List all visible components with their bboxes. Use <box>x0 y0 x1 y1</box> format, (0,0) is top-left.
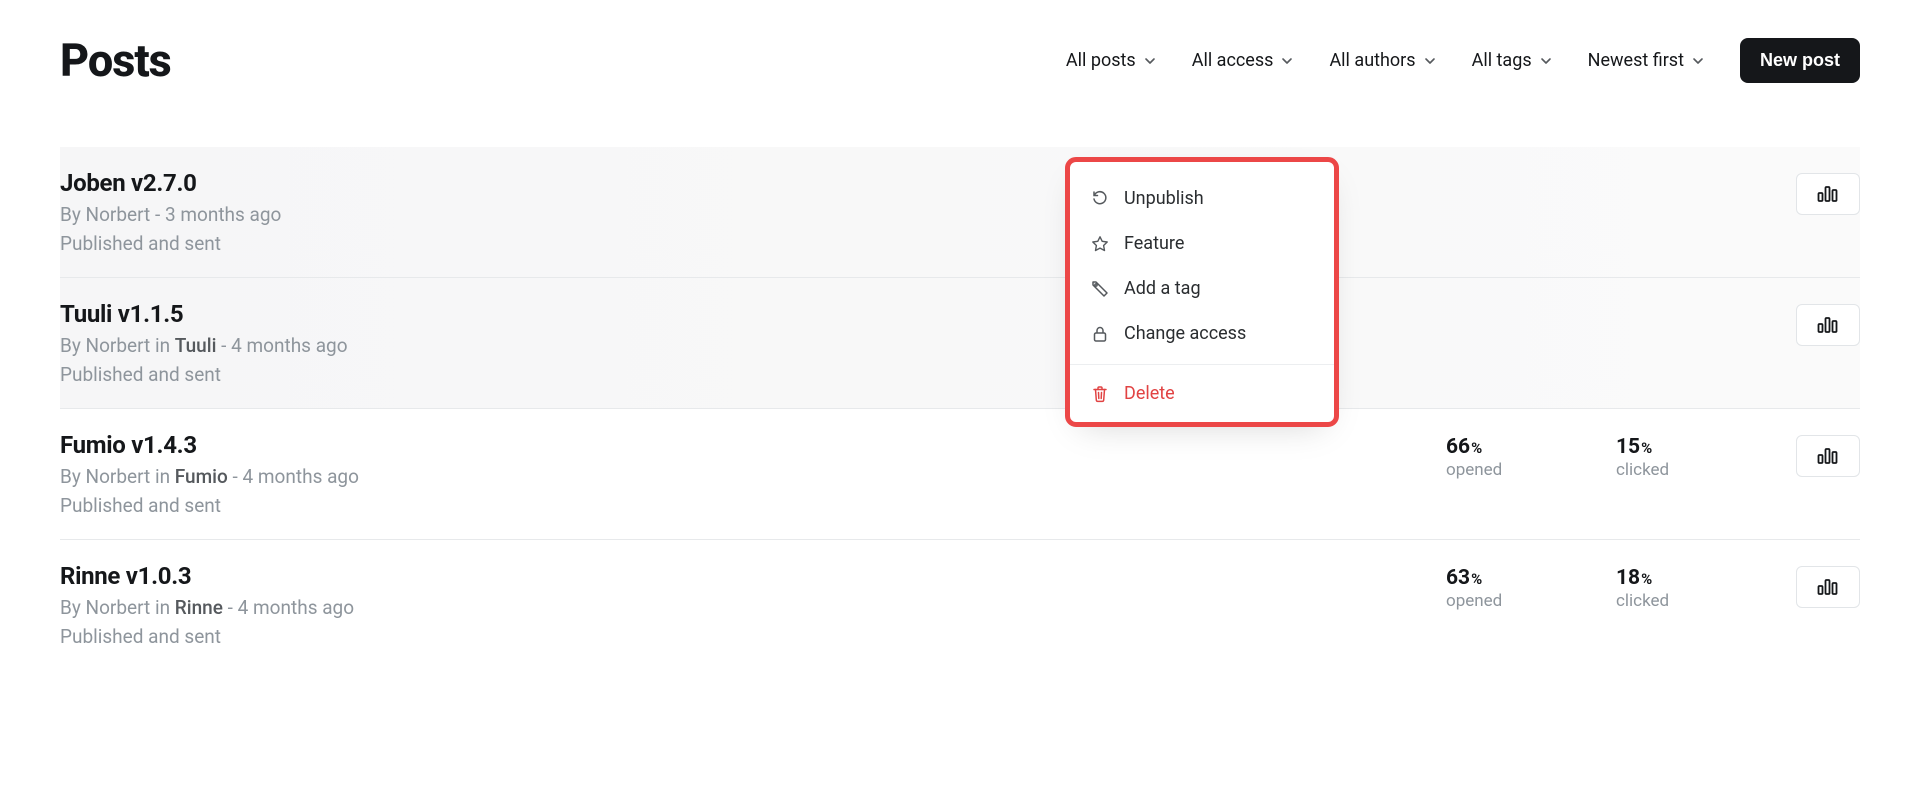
post-main: Joben v2.7.0 By Norbert - 3 months ago P… <box>60 169 1696 255</box>
post-row[interactable]: Joben v2.7.0 By Norbert - 3 months ago P… <box>60 147 1860 278</box>
stats-button[interactable] <box>1796 173 1860 215</box>
filter-access[interactable]: All access <box>1192 50 1294 71</box>
chevron-down-icon <box>1144 55 1156 67</box>
menu-add-tag[interactable]: Add a tag <box>1070 266 1334 311</box>
post-byline: By Norbert - 3 months ago <box>60 203 1696 226</box>
clicked-metric: 18% clicked <box>1616 566 1696 611</box>
chevron-down-icon <box>1540 55 1552 67</box>
metric-label: opened <box>1446 460 1502 480</box>
post-main: Tuuli v1.1.5 By Norbert in Tuuli - 4 mon… <box>60 300 1696 386</box>
chevron-down-icon <box>1281 55 1293 67</box>
stats-button[interactable] <box>1796 566 1860 608</box>
metric-value: 18 <box>1616 566 1640 590</box>
chevron-down-icon <box>1424 55 1436 67</box>
bar-chart-icon <box>1817 447 1839 465</box>
chevron-down-icon <box>1692 55 1704 67</box>
post-status: Published and sent <box>60 494 1446 517</box>
filter-posts[interactable]: All posts <box>1066 50 1156 71</box>
stats-button[interactable] <box>1796 435 1860 477</box>
bar-chart-icon <box>1817 316 1839 334</box>
metric-label: clicked <box>1616 460 1669 480</box>
post-main: Fumio v1.4.3 By Norbert in Fumio - 4 mon… <box>60 431 1446 517</box>
post-row[interactable]: Tuuli v1.1.5 By Norbert in Tuuli - 4 mon… <box>60 278 1860 409</box>
menu-label: Feature <box>1124 233 1184 254</box>
metric-label: clicked <box>1616 591 1669 611</box>
filter-label: All access <box>1192 50 1274 71</box>
menu-label: Delete <box>1124 383 1175 404</box>
clicked-metric: 15% clicked <box>1616 435 1696 480</box>
bar-chart-icon <box>1817 185 1839 203</box>
post-category: Rinne <box>175 596 223 619</box>
menu-unpublish[interactable]: Unpublish <box>1070 176 1334 221</box>
post-main: Rinne v1.0.3 By Norbert in Rinne - 4 mon… <box>60 562 1446 648</box>
undo-icon <box>1090 189 1110 209</box>
menu-label: Change access <box>1124 323 1246 344</box>
filter-label: Newest first <box>1588 50 1684 71</box>
menu-label: Unpublish <box>1124 188 1204 209</box>
menu-change-access[interactable]: Change access <box>1070 311 1334 356</box>
post-row[interactable]: Fumio v1.4.3 By Norbert in Fumio - 4 mon… <box>60 409 1860 540</box>
post-metrics: 63% opened 18% clicked <box>1446 566 1696 611</box>
post-title: Joben v2.7.0 <box>60 169 1696 197</box>
filter-label: All authors <box>1329 50 1415 71</box>
bar-chart-icon <box>1817 578 1839 596</box>
menu-delete[interactable]: Delete <box>1070 364 1334 422</box>
post-byline: By Norbert in Fumio - 4 months ago <box>60 465 1446 488</box>
context-menu: Unpublish Feature Add a tag Change acces… <box>1070 162 1334 422</box>
menu-feature[interactable]: Feature <box>1070 221 1334 266</box>
post-status: Published and sent <box>60 232 1696 255</box>
post-category: Fumio <box>175 465 228 488</box>
new-post-button[interactable]: New post <box>1740 38 1860 83</box>
filter-tags[interactable]: All tags <box>1472 50 1552 71</box>
post-status: Published and sent <box>60 625 1446 648</box>
stats-button[interactable] <box>1796 304 1860 346</box>
metric-value: 63 <box>1446 566 1470 590</box>
filter-authors[interactable]: All authors <box>1329 50 1435 71</box>
metric-label: opened <box>1446 591 1502 611</box>
post-byline: By Norbert in Tuuli - 4 months ago <box>60 334 1696 357</box>
post-category: Tuuli <box>175 334 217 357</box>
header: Posts All posts All access All authors <box>60 34 1860 87</box>
menu-label: Add a tag <box>1124 278 1201 299</box>
toolbar: All posts All access All authors All tag… <box>1066 38 1860 83</box>
opened-metric: 66% opened <box>1446 435 1526 480</box>
metric-value: 66 <box>1446 435 1470 459</box>
post-byline: By Norbert in Rinne - 4 months ago <box>60 596 1446 619</box>
post-title: Rinne v1.0.3 <box>60 562 1446 590</box>
post-list: Joben v2.7.0 By Norbert - 3 months ago P… <box>60 147 1860 670</box>
filter-sort[interactable]: Newest first <box>1588 50 1704 71</box>
lock-icon <box>1090 324 1110 344</box>
post-status: Published and sent <box>60 363 1696 386</box>
post-metrics: 66% opened 15% clicked <box>1446 435 1696 480</box>
metric-value: 15 <box>1616 435 1640 459</box>
filter-label: All posts <box>1066 50 1136 71</box>
post-title: Fumio v1.4.3 <box>60 431 1446 459</box>
page-title: Posts <box>60 34 171 87</box>
filter-label: All tags <box>1472 50 1532 71</box>
trash-icon <box>1090 384 1110 404</box>
tag-icon <box>1090 279 1110 299</box>
post-title: Tuuli v1.1.5 <box>60 300 1696 328</box>
star-icon <box>1090 234 1110 254</box>
post-row[interactable]: Rinne v1.0.3 By Norbert in Rinne - 4 mon… <box>60 540 1860 670</box>
opened-metric: 63% opened <box>1446 566 1526 611</box>
